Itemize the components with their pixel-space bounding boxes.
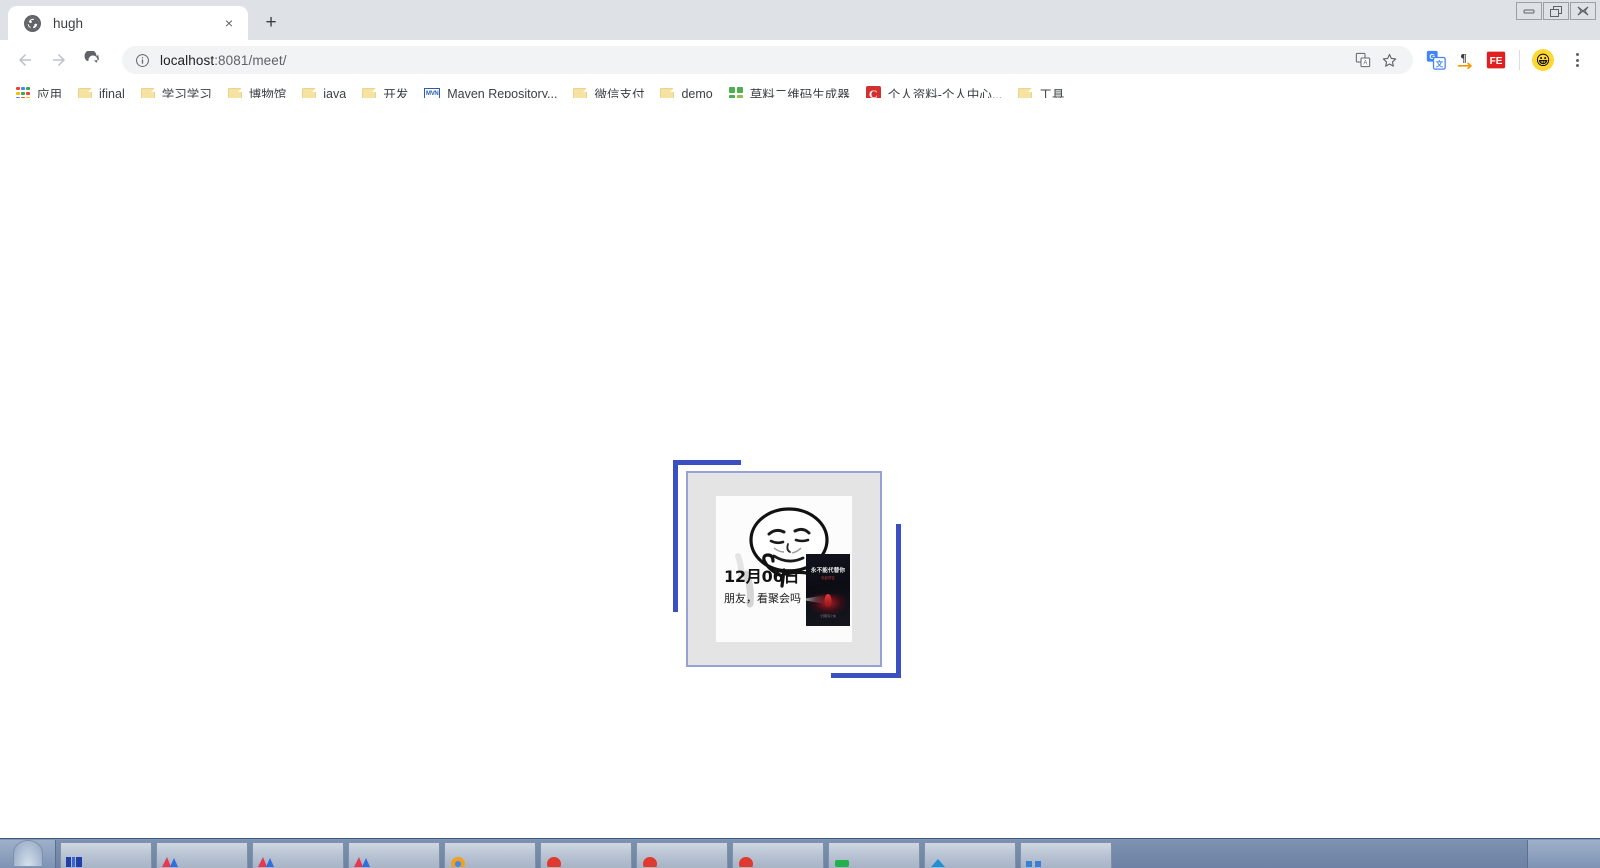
back-button[interactable]	[10, 45, 40, 75]
close-button[interactable]	[1570, 2, 1596, 20]
taskbar-item-2[interactable]	[156, 842, 248, 868]
taskbar-item-4[interactable]	[348, 842, 440, 868]
taskbar-item-9[interactable]	[828, 842, 920, 868]
reload-button[interactable]	[78, 45, 108, 75]
poster-footer: 全国影院上映	[820, 615, 836, 619]
idea-icon	[66, 857, 82, 867]
address-bar[interactable]: localhost:8081/meet/ A	[122, 46, 1413, 74]
window-controls	[1516, 2, 1596, 20]
app-icon	[354, 857, 370, 867]
pilcrow-extension-icon[interactable]: ¶	[1455, 49, 1477, 71]
svg-text:A: A	[1363, 61, 1367, 67]
taskbar-item-8[interactable]	[732, 842, 824, 868]
movie-poster-image: 永不能代替你 电影预告 全国影院上映	[806, 554, 850, 626]
taskbar-item-1[interactable]	[60, 842, 152, 868]
new-tab-button[interactable]: +	[254, 8, 288, 38]
url-host: localhost	[160, 52, 215, 68]
taskbar-item-10[interactable]	[924, 842, 1016, 868]
taskbar-item-6[interactable]	[540, 842, 632, 868]
meet-card-container: 12月06日 朋友，看聚会吗 永不能代替你 电影预告 全国影院上映	[673, 460, 901, 678]
taskbar-item-3[interactable]	[252, 842, 344, 868]
windows-taskbar	[0, 838, 1600, 868]
svg-text:¶: ¶	[1460, 52, 1466, 65]
taskbar-item-11[interactable]	[1020, 842, 1112, 868]
svg-text:文: 文	[1436, 59, 1444, 69]
chrome-menu-button[interactable]	[1564, 47, 1590, 73]
card-caption: 朋友，看聚会吗	[724, 592, 801, 605]
system-tray[interactable]	[1527, 840, 1600, 868]
forward-button[interactable]	[44, 45, 74, 75]
wechat-icon	[835, 860, 849, 867]
svg-text:FE: FE	[1490, 56, 1503, 67]
globe-icon	[24, 14, 41, 32]
extensions-area: G 文 ¶ FE 😀	[1425, 47, 1590, 73]
app-icon	[739, 857, 753, 867]
taskbar-item-5[interactable]	[444, 842, 536, 868]
page-content: 12月06日 朋友，看聚会吗 永不能代替你 电影预告 全国影院上映	[0, 98, 1600, 838]
google-translate-extension-icon[interactable]: G 文	[1425, 49, 1447, 71]
toolbar-divider	[1519, 50, 1520, 70]
app-icon	[931, 859, 945, 867]
browser-toolbar: localhost:8081/meet/ A G 文 ¶ FE 😀	[0, 40, 1600, 80]
chrome-icon	[451, 857, 465, 867]
translate-icon[interactable]: A	[1351, 48, 1375, 72]
tab-hugh[interactable]: hugh ×	[8, 6, 248, 40]
poster-subtitle: 电影预告	[821, 576, 835, 580]
browser-window: hugh × + localhost:8081/meet/ A G 文 ¶ FE…	[0, 0, 1600, 868]
taskbar-item-7[interactable]	[636, 842, 728, 868]
close-icon[interactable]: ×	[220, 14, 238, 32]
app-icon	[258, 857, 274, 867]
url-path: :8081/meet/	[214, 52, 287, 68]
tab-strip: hugh × +	[0, 0, 1600, 40]
poster-figure	[824, 594, 832, 607]
explorer-icon	[1026, 861, 1041, 867]
start-button[interactable]	[0, 840, 56, 868]
poster-title: 永不能代替你	[810, 568, 846, 574]
fe-extension-icon[interactable]: FE	[1485, 49, 1507, 71]
restore-button[interactable]	[1543, 2, 1569, 20]
card-date: 12月06日	[724, 567, 800, 586]
omnibox-actions: A	[1351, 48, 1401, 72]
info-icon[interactable]	[134, 52, 150, 68]
minimize-button[interactable]	[1516, 2, 1542, 20]
app-icon	[643, 857, 657, 867]
url-text: localhost:8081/meet/	[160, 53, 287, 68]
app-icon	[547, 857, 561, 867]
meme-image: 12月06日 朋友，看聚会吗 永不能代替你 电影预告 全国影院上映	[716, 496, 852, 642]
start-orb-icon	[12, 840, 43, 866]
meet-card[interactable]: 12月06日 朋友，看聚会吗 永不能代替你 电影预告 全国影院上映	[686, 471, 882, 667]
tab-title: hugh	[53, 15, 84, 31]
avatar[interactable]: 😀	[1532, 49, 1554, 71]
bookmark-star-icon[interactable]	[1377, 48, 1401, 72]
app-icon	[162, 857, 178, 867]
